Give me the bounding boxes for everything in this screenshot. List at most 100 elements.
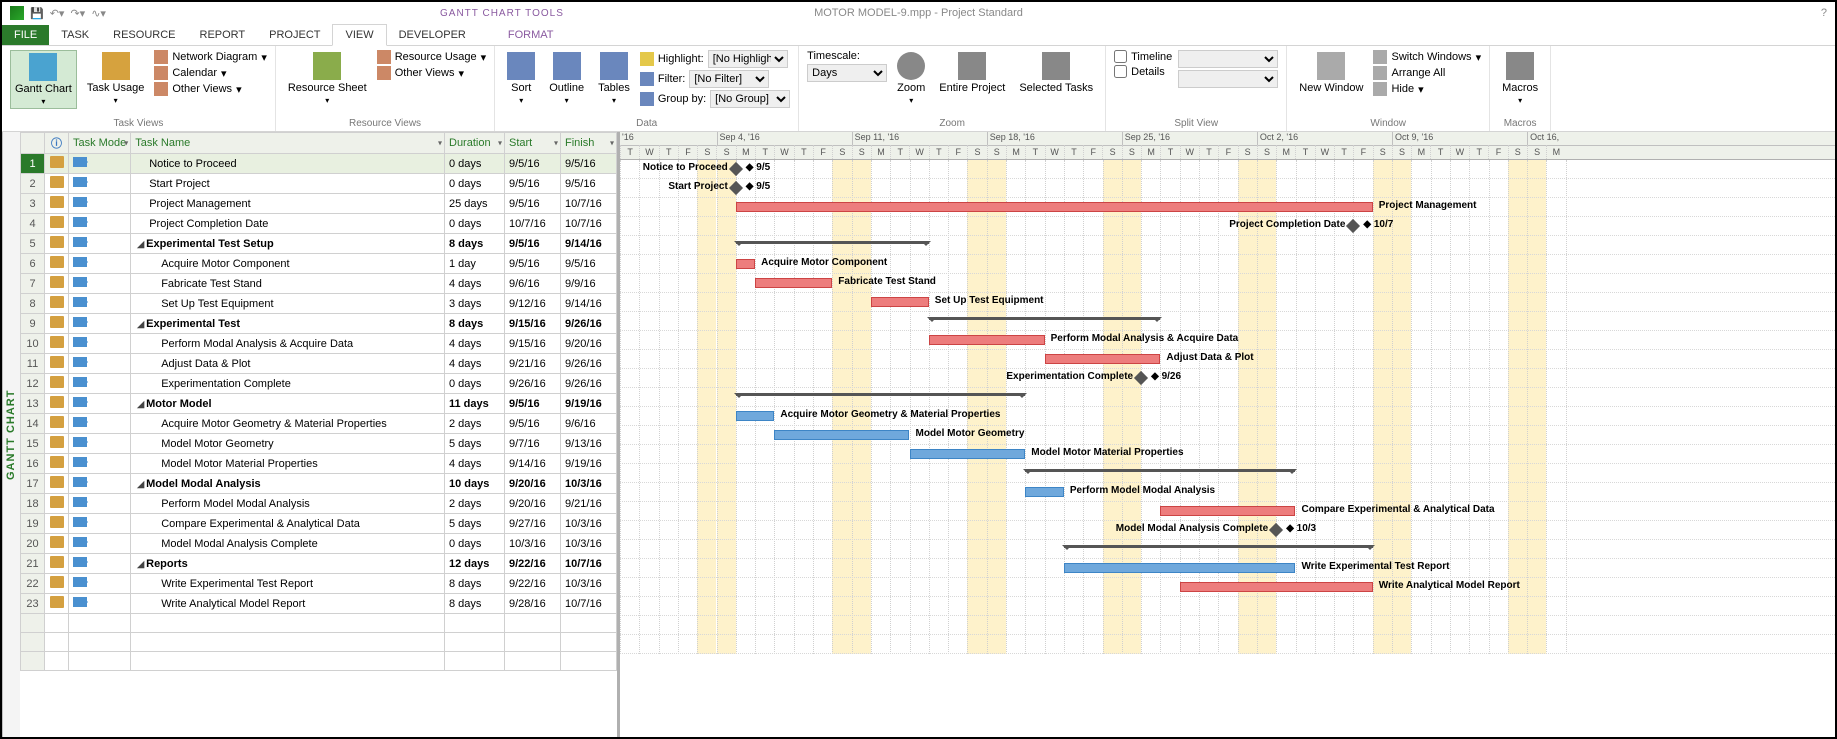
table-row[interactable]: 8Set Up Test Equipment3 days9/12/169/14/… [21,294,617,314]
gantt-row[interactable]: Acquire Motor Component [620,255,1835,274]
task-bar[interactable] [871,297,929,307]
row-number[interactable]: 12 [21,374,45,394]
task-mode-cell[interactable] [69,154,131,174]
task-mode-cell[interactable] [69,434,131,454]
gantt-row[interactable]: Project Completion Date◆ 10/7 [620,217,1835,236]
activity-icon[interactable]: ∿▾ [91,7,106,20]
row-number[interactable]: 7 [21,274,45,294]
summary-bar[interactable] [1025,469,1295,477]
task-mode-cell[interactable] [69,374,131,394]
save-icon[interactable]: 💾 [30,7,44,20]
gantt-row[interactable]: Compare Experimental & Analytical Data [620,502,1835,521]
table-row-empty[interactable] [21,614,617,633]
duration-cell[interactable]: 0 days [445,214,505,234]
duration-cell[interactable]: 5 days [445,514,505,534]
task-name-cell[interactable]: Perform Modal Analysis & Acquire Data [131,334,445,354]
row-number[interactable]: 4 [21,214,45,234]
row-number[interactable]: 13 [21,394,45,414]
table-row[interactable]: 1Notice to Proceed0 days9/5/169/5/16 [21,154,617,174]
start-cell[interactable]: 9/5/16 [505,254,561,274]
gantt-row[interactable]: Adjust Data & Plot [620,350,1835,369]
gantt-row[interactable]: Fabricate Test Stand [620,274,1835,293]
row-number[interactable]: 1 [21,154,45,174]
duration-cell[interactable]: 8 days [445,234,505,254]
highlight-select[interactable]: [No Highlight] [708,50,788,68]
details-checkbox[interactable]: Details [1114,65,1172,78]
tab-resource[interactable]: RESOURCE [101,25,187,45]
gantt-row[interactable] [620,312,1835,331]
task-mode-cell[interactable] [69,534,131,554]
task-bar[interactable] [1064,563,1296,573]
task-bar[interactable] [910,449,1026,459]
task-name-cell[interactable]: Project Management [131,194,445,214]
table-row[interactable]: 2Start Project0 days9/5/169/5/16 [21,174,617,194]
task-mode-cell[interactable] [69,554,131,574]
collapse-icon[interactable]: ◢ [137,479,144,489]
row-number[interactable]: 21 [21,554,45,574]
selected-tasks-button[interactable]: Selected Tasks [1015,50,1097,96]
duration-cell[interactable]: 0 days [445,154,505,174]
milestone-marker[interactable] [1346,219,1360,233]
task-name-cell[interactable]: Perform Model Modal Analysis [131,494,445,514]
table-row[interactable]: 18Perform Model Modal Analysis2 days9/20… [21,494,617,514]
task-bar[interactable] [755,278,832,288]
task-name-cell[interactable]: ◢Experimental Test Setup [131,234,445,254]
filter-select[interactable]: [No Filter] [689,70,769,88]
duration-cell[interactable]: 4 days [445,354,505,374]
gantt-row[interactable]: Experimentation Complete◆ 9/26 [620,369,1835,388]
start-cell[interactable]: 9/20/16 [505,494,561,514]
task-mode-cell[interactable] [69,254,131,274]
table-row[interactable]: 4Project Completion Date0 days10/7/1610/… [21,214,617,234]
gantt-row[interactable]: Model Motor Material Properties [620,445,1835,464]
other-resource-views-button[interactable]: Other Views ▾ [377,66,486,80]
tables-button[interactable]: Tables▾ [594,50,634,107]
milestone-marker[interactable] [1134,371,1148,385]
finish-cell[interactable]: 10/3/16 [561,514,617,534]
task-name-cell[interactable]: Experimentation Complete [131,374,445,394]
task-mode-cell[interactable] [69,234,131,254]
row-number[interactable]: 23 [21,594,45,614]
task-mode-cell[interactable] [69,494,131,514]
table-row[interactable]: 23Write Analytical Model Report8 days9/2… [21,594,617,614]
task-mode-cell[interactable] [69,354,131,374]
gantt-row[interactable] [620,236,1835,255]
task-bar[interactable] [929,335,1045,345]
zoom-button[interactable]: Zoom▾ [893,50,929,107]
undo-icon[interactable]: ↶▾ [50,7,65,20]
gantt-body[interactable]: Notice to Proceed◆ 9/5Start Project◆ 9/5… [620,160,1835,654]
row-number[interactable]: 9 [21,314,45,334]
finish-cell[interactable]: 9/26/16 [561,314,617,334]
gantt-row[interactable]: Perform Model Modal Analysis [620,483,1835,502]
calendar-button[interactable]: Calendar ▾ [154,66,267,80]
start-cell[interactable]: 9/5/16 [505,194,561,214]
task-bar[interactable] [1180,582,1373,592]
table-row[interactable]: 15Model Motor Geometry5 days9/7/169/13/1… [21,434,617,454]
finish-cell[interactable]: 9/5/16 [561,174,617,194]
row-number[interactable]: 16 [21,454,45,474]
duration-cell[interactable]: 8 days [445,314,505,334]
task-name-cell[interactable]: Acquire Motor Component [131,254,445,274]
task-mode-cell[interactable] [69,454,131,474]
table-row[interactable]: 20Model Modal Analysis Complete0 days10/… [21,534,617,554]
task-name-cell[interactable]: Adjust Data & Plot [131,354,445,374]
table-row[interactable]: 17◢Model Modal Analysis10 days9/20/1610/… [21,474,617,494]
collapse-icon[interactable]: ◢ [137,319,144,329]
summary-bar[interactable] [736,393,1026,401]
row-number[interactable]: 20 [21,534,45,554]
col-rownum[interactable] [21,133,45,154]
finish-cell[interactable]: 10/3/16 [561,574,617,594]
finish-cell[interactable]: 10/7/16 [561,214,617,234]
duration-cell[interactable]: 10 days [445,474,505,494]
table-row[interactable]: 5◢Experimental Test Setup8 days9/5/169/1… [21,234,617,254]
duration-cell[interactable]: 2 days [445,414,505,434]
gantt-chart-area[interactable]: '16Sep 4, '16Sep 11, '16Sep 18, '16Sep 2… [620,132,1835,737]
row-number[interactable]: 2 [21,174,45,194]
sort-button[interactable]: Sort▾ [503,50,539,107]
duration-cell[interactable]: 4 days [445,334,505,354]
task-mode-cell[interactable] [69,274,131,294]
gantt-row[interactable]: Write Experimental Test Report [620,559,1835,578]
row-number[interactable]: 5 [21,234,45,254]
finish-cell[interactable]: 10/7/16 [561,554,617,574]
start-cell[interactable]: 9/20/16 [505,474,561,494]
table-row-empty[interactable] [21,633,617,652]
